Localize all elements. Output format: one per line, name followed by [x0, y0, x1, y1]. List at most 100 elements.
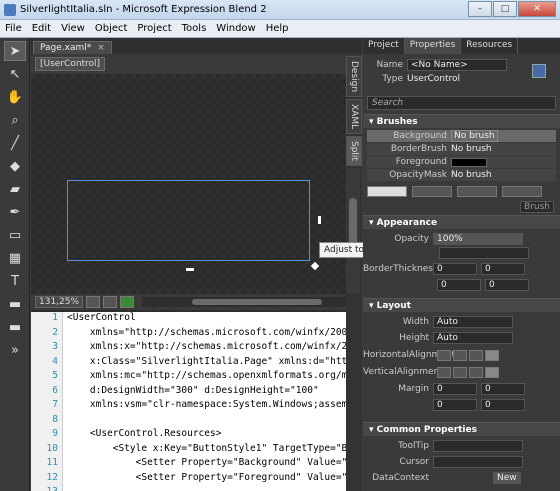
align-vstretch-icon[interactable] [485, 366, 499, 378]
border-right-field[interactable]: 0 [481, 263, 525, 275]
height-label: Height [399, 333, 429, 343]
height-field[interactable]: Auto [433, 332, 513, 344]
xaml-editor[interactable]: 12345678910111213 <UserControl xmlns="ht… [31, 312, 346, 491]
brush-row-opacitymask[interactable]: OpacityMask No brush [367, 169, 556, 182]
code-line: xmlns="http://schemas.microsoft.com/winf… [67, 326, 346, 338]
menu-view[interactable]: View [56, 23, 90, 34]
close-button[interactable]: ✕ [518, 1, 556, 17]
breadcrumb[interactable]: [UserControl] [35, 57, 106, 71]
resize-handle-corner[interactable] [310, 261, 320, 271]
margin-left-field[interactable]: 0 [433, 383, 477, 395]
cursor-dropdown[interactable] [433, 456, 523, 468]
no-brush-icon[interactable] [367, 186, 407, 197]
gradient-brush-icon[interactable] [457, 186, 497, 197]
tile-brush-icon[interactable] [502, 186, 542, 197]
line-number: 6 [52, 384, 58, 396]
zoom-level[interactable]: 131,25% [35, 296, 84, 308]
layout-section-header[interactable]: ▾ Layout [363, 298, 560, 312]
view-tab-xaml[interactable]: XAML [346, 99, 362, 135]
usercontrol-bounds[interactable] [67, 180, 310, 261]
asset-tool-icon[interactable]: ▬ [4, 317, 26, 337]
property-search-input[interactable]: Search [367, 96, 556, 110]
brush-row-foreground[interactable]: Foreground [367, 156, 556, 169]
tab-label: Page.xaml* [40, 43, 92, 53]
width-field[interactable]: Auto [433, 316, 513, 328]
align-center-icon[interactable] [453, 349, 467, 361]
align-middle-icon[interactable] [453, 366, 467, 378]
control-tool-icon[interactable]: ▬ [4, 294, 26, 314]
align-stretch-icon[interactable] [485, 349, 499, 361]
menu-object[interactable]: Object [90, 23, 133, 34]
opacity-field[interactable]: 100% [433, 233, 523, 245]
border-left-field[interactable]: 0 [433, 263, 477, 275]
tab-resources[interactable]: Resources [461, 38, 519, 54]
rectangle-tool-icon[interactable]: ▭ [4, 225, 26, 245]
name-field[interactable]: <No Name> [407, 59, 507, 71]
code-line: <UserControl [67, 312, 136, 323]
selection-tool-icon[interactable]: ➤ [4, 41, 26, 61]
direct-selection-tool-icon[interactable]: ↖ [4, 64, 26, 84]
document-area: Page.xaml* × [UserControl] Design XAML Sp… [31, 38, 497, 491]
pen-tool-icon[interactable]: ✒ [4, 202, 26, 222]
border-top-field[interactable]: 0 [437, 279, 481, 291]
align-left-icon[interactable] [437, 349, 451, 361]
visibility-dropdown[interactable] [439, 247, 529, 259]
text-tool-icon[interactable]: T [4, 271, 26, 291]
margin-bottom-field[interactable]: 0 [481, 399, 525, 411]
align-top-icon[interactable] [437, 366, 451, 378]
tab-properties[interactable]: Properties [404, 38, 462, 54]
menu-help[interactable]: Help [261, 23, 294, 34]
line-number: 12 [46, 471, 58, 483]
appearance-section-header[interactable]: ▾ Appearance [363, 215, 560, 229]
eyedropper-tool-icon[interactable]: ╱ [4, 133, 26, 153]
paint-bucket-tool-icon[interactable]: ◆ [4, 156, 26, 176]
vertical-scrollbar[interactable] [346, 168, 360, 293]
pan-tool-icon[interactable]: ✋ [4, 87, 26, 107]
brush-row-background[interactable]: Background No brush [367, 130, 556, 143]
datacontext-new-button[interactable]: New [493, 472, 521, 484]
code-line: xmlns:vsm="clr-namespace:System.Windows;… [67, 399, 346, 410]
snap-grid-icon[interactable] [103, 296, 118, 308]
align-bottom-icon[interactable] [469, 366, 483, 378]
brush-value: No brush [451, 170, 492, 180]
brush-row-borderbrush[interactable]: BorderBrush No brush [367, 143, 556, 156]
view-tab-split[interactable]: Split [346, 136, 362, 167]
title-bar: SilverlightItalia.sln - Microsoft Expres… [0, 0, 560, 20]
view-tab-design[interactable]: Design [346, 56, 362, 98]
line-number: 9 [52, 428, 58, 439]
tooltip-field[interactable] [433, 440, 523, 452]
menu-window[interactable]: Window [211, 23, 260, 34]
close-tab-icon[interactable]: × [97, 43, 105, 53]
grid-toggle-icon[interactable] [86, 296, 101, 308]
horizontal-scrollbar[interactable] [142, 297, 346, 307]
minimize-button[interactable]: – [468, 1, 492, 17]
zoom-tool-icon[interactable]: ⌕ [4, 110, 26, 130]
layout-panel-tool-icon[interactable]: ▦ [4, 248, 26, 268]
type-value: UserControl [407, 74, 461, 84]
menu-edit[interactable]: Edit [27, 23, 56, 34]
asset-library-icon[interactable]: » [4, 340, 26, 360]
resize-handle-bottom[interactable] [186, 268, 194, 271]
snap-lines-icon[interactable] [120, 296, 135, 308]
common-properties-section-header[interactable]: ▾ Common Properties [363, 422, 560, 436]
solid-brush-icon[interactable] [412, 186, 452, 197]
xaml-code[interactable]: <UserControl xmlns="http://schemas.micro… [67, 312, 346, 491]
margin-right-field[interactable]: 0 [481, 383, 525, 395]
menu-project[interactable]: Project [132, 23, 176, 34]
border-thickness-label: BorderThickness [363, 264, 438, 274]
resize-handle-right[interactable] [318, 216, 321, 224]
menu-file[interactable]: File [0, 23, 27, 34]
brush-transform-tool-icon[interactable]: ▰ [4, 179, 26, 199]
margin-top-field[interactable]: 0 [433, 399, 477, 411]
menu-tools[interactable]: Tools [177, 23, 212, 34]
border-bottom-field[interactable]: 0 [485, 279, 529, 291]
brushes-section-header[interactable]: ▾ Brushes [363, 114, 560, 128]
tab-project[interactable]: Project [363, 38, 405, 54]
brush-resources-button[interactable]: Brush [520, 201, 554, 213]
align-right-icon[interactable] [469, 349, 483, 361]
tab-page-xaml[interactable]: Page.xaml* × [33, 41, 112, 54]
brush-label: BorderBrush [390, 144, 447, 154]
maximize-button[interactable]: □ [493, 1, 517, 17]
